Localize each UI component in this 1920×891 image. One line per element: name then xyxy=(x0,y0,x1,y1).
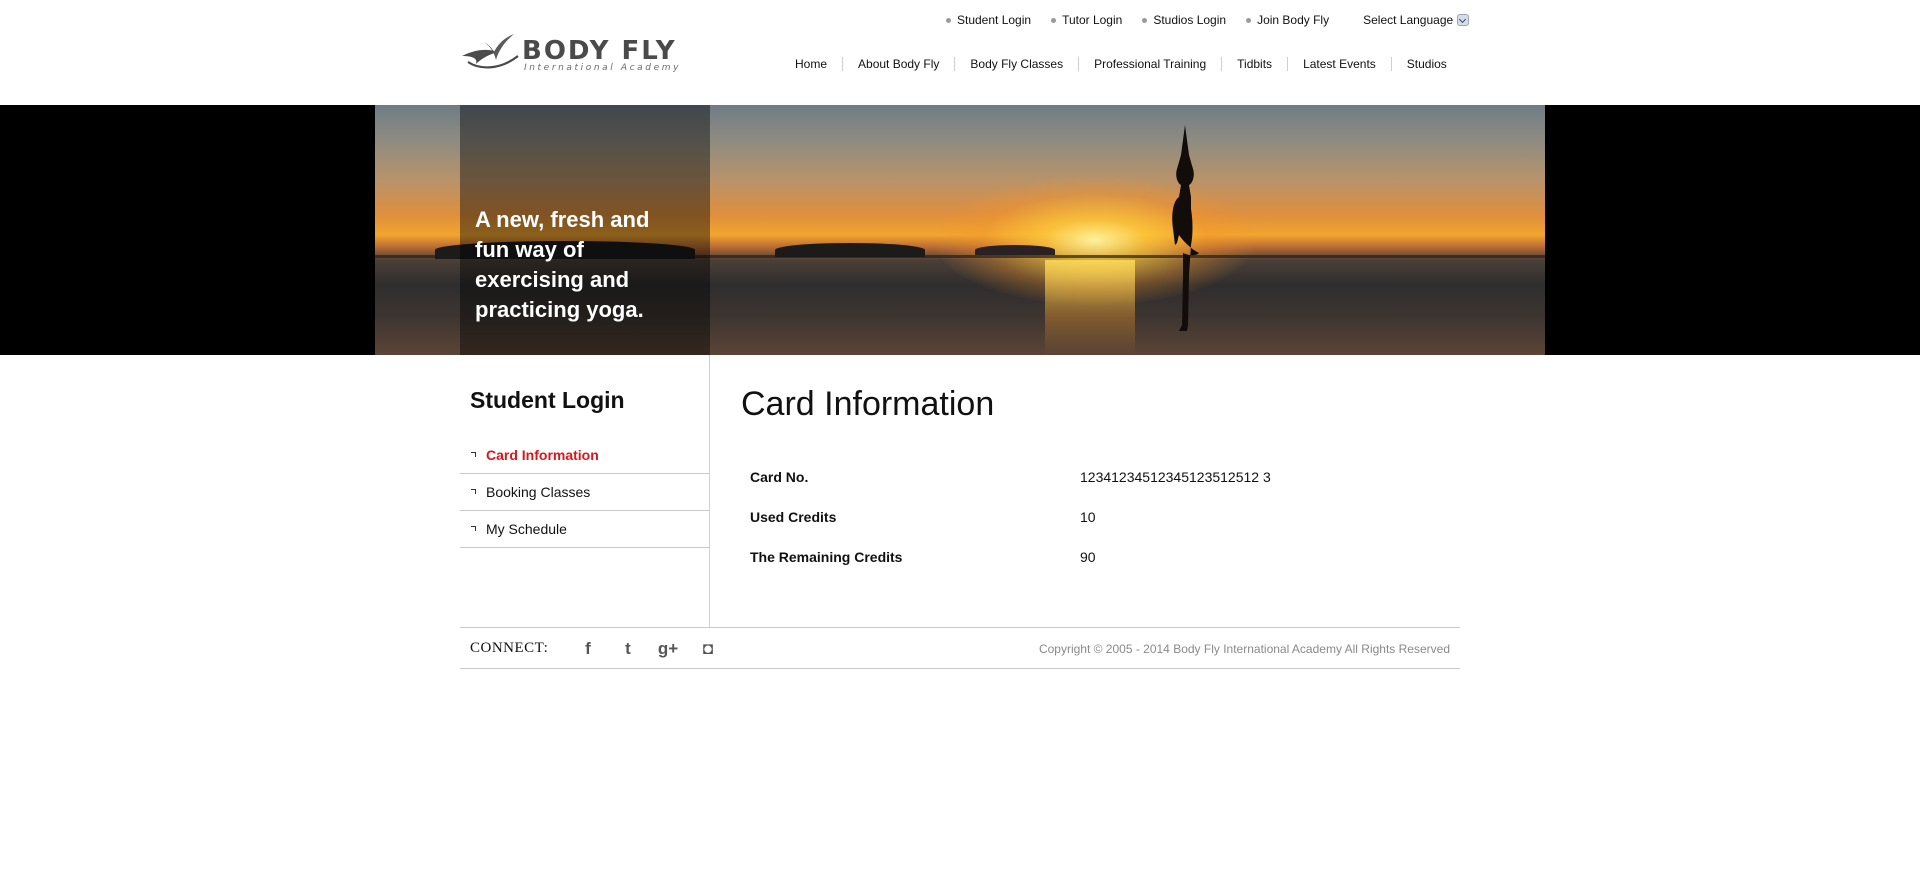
main-nav: Home About Body Fly Body Fly Classes Pro… xyxy=(780,56,1462,72)
bullet-icon xyxy=(946,17,951,23)
banner-caption: A new, fresh and fun way of exercising a… xyxy=(475,205,695,325)
site-footer: CONNECT: f t g+ ◘ Copyright © 2005 - 201… xyxy=(460,627,1460,669)
connect-label: CONNECT: xyxy=(470,640,549,656)
nav-studios[interactable]: Studios xyxy=(1390,57,1462,71)
nav-body-fly-classes[interactable]: Body Fly Classes xyxy=(954,57,1078,71)
sidebar-item-booking-classes[interactable]: Booking Classes xyxy=(460,474,709,511)
card-number-row: Card No. 12341234512345123512512 3 xyxy=(750,469,1450,489)
island-silhouette xyxy=(775,243,925,257)
banner-caption-line: practicing yoga. xyxy=(475,297,644,322)
remaining-credits-row: The Remaining Credits 90 xyxy=(750,549,1450,569)
bullet-icon xyxy=(471,488,476,494)
used-credits-row: Used Credits 10 xyxy=(750,509,1450,529)
bullet-icon xyxy=(1051,17,1057,23)
sidebar-menu: Card Information Booking Classes My Sche… xyxy=(460,437,709,548)
copyright-text: Copyright © 2005 - 2014 Body Fly Interna… xyxy=(1038,642,1450,656)
sidebar-item-my-schedule[interactable]: My Schedule xyxy=(460,511,709,548)
student-login-label: Student Login xyxy=(957,13,1032,27)
nav-about-body-fly[interactable]: About Body Fly xyxy=(842,57,954,71)
nav-home[interactable]: Home xyxy=(780,57,842,71)
sidebar-item-label: My Schedule xyxy=(486,521,567,537)
sidebar-item-label: Booking Classes xyxy=(486,484,591,500)
join-body-fly-link[interactable]: Join Body Fly xyxy=(1246,13,1329,27)
site-logo[interactable]: BODY FLY International Academy xyxy=(460,30,710,76)
language-selector[interactable]: Select Language xyxy=(1363,13,1470,27)
language-label: Select Language xyxy=(1363,13,1454,27)
hero-banner: A new, fresh and fun way of exercising a… xyxy=(0,105,1920,355)
used-credits-label: Used Credits xyxy=(750,509,837,525)
google-plus-icon[interactable]: g+ xyxy=(657,638,679,660)
used-credits-value: 10 xyxy=(1080,509,1096,525)
nav-tidbits[interactable]: Tidbits xyxy=(1221,57,1287,71)
tutor-login-label: Tutor Login xyxy=(1062,13,1123,27)
chevron-down-icon xyxy=(1457,14,1470,26)
site-header: BODY FLY International Academy Student L… xyxy=(0,0,1920,105)
page-title: Card Information xyxy=(741,385,995,423)
sun-reflection xyxy=(1045,260,1135,355)
sidebar-item-label: Card Information xyxy=(486,447,599,463)
student-login-link[interactable]: Student Login xyxy=(946,13,1031,27)
logo-name: BODY FLY xyxy=(522,36,677,66)
main-content: Card Information Card No. 12341234512345… xyxy=(711,355,1460,627)
bullet-icon xyxy=(471,525,476,531)
sidebar-item-card-information[interactable]: Card Information xyxy=(460,437,709,474)
instagram-icon[interactable]: ◘ xyxy=(697,638,719,660)
studios-login-link[interactable]: Studios Login xyxy=(1142,13,1226,27)
island-silhouette xyxy=(975,245,1055,255)
sidebar-title: Student Login xyxy=(470,387,625,413)
studios-login-label: Studios Login xyxy=(1153,13,1227,27)
logo-tagline: International Academy xyxy=(524,63,682,73)
join-body-fly-label: Join Body Fly xyxy=(1257,13,1330,27)
bullet-icon xyxy=(1142,17,1148,23)
bullet-icon xyxy=(471,451,476,457)
card-number-value: 12341234512345123512512 3 xyxy=(1080,469,1271,485)
nav-latest-events[interactable]: Latest Events xyxy=(1287,57,1391,71)
remaining-credits-value: 90 xyxy=(1080,549,1096,565)
bullet-icon xyxy=(1246,17,1252,23)
top-links: Student Login Tutor Login Studios Login … xyxy=(946,12,1470,28)
remaining-credits-label: The Remaining Credits xyxy=(750,549,903,565)
yoga-pose-silhouette xyxy=(1172,125,1199,331)
banner-caption-panel: A new, fresh and fun way of exercising a… xyxy=(460,105,710,355)
twitter-icon[interactable]: t xyxy=(617,638,639,660)
banner-caption-line: exercising and xyxy=(475,267,630,292)
logo-bird-icon xyxy=(462,34,519,69)
facebook-icon[interactable]: f xyxy=(577,638,599,660)
banner-caption-line: A new, fresh and xyxy=(475,207,650,232)
banner-caption-line: fun way of xyxy=(475,237,584,262)
tutor-login-link[interactable]: Tutor Login xyxy=(1051,13,1122,27)
nav-professional-training[interactable]: Professional Training xyxy=(1078,57,1221,71)
sidebar: Student Login Card Information Booking C… xyxy=(460,355,710,627)
card-number-label: Card No. xyxy=(750,469,809,485)
